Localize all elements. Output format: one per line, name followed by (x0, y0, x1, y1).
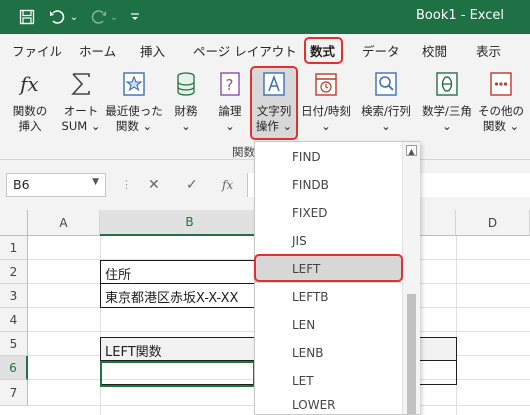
financial-label-1: 財務 (174, 104, 198, 118)
row-header-6[interactable]: 6 (0, 356, 28, 380)
menu-item-len[interactable]: LEN (255, 311, 401, 339)
row-header-7[interactable]: 7 (0, 380, 28, 406)
menu-item-leftb[interactable]: LEFTB (255, 283, 401, 311)
cancel-icon[interactable]: ✕ (148, 177, 160, 193)
row-header-3[interactable]: 3 (0, 284, 28, 308)
text-functions-label-2: 操作 ⌄ (255, 119, 293, 133)
date-time-button[interactable]: 日付/時刻 ⌄ (298, 70, 354, 134)
more-functions-button[interactable]: その他の 関数 ⌄ (478, 70, 524, 134)
menu-item-jis[interactable]: JIS (255, 227, 401, 255)
menu-item-findb[interactable]: FINDB (255, 171, 401, 199)
scroll-thumb[interactable] (407, 294, 416, 414)
insert-function-label-2: 挿入 (18, 119, 42, 133)
theta-icon (434, 70, 460, 98)
insert-function-button[interactable]: fx 関数の 挿入 (8, 70, 52, 134)
tab-insert[interactable]: 挿入 (140, 41, 165, 60)
customize-quick-access-icon[interactable] (128, 7, 142, 27)
magnifier-icon (373, 70, 399, 98)
formula-bar-separator[interactable]: ⋮ (121, 178, 132, 191)
text-functions-button[interactable]: 文字列 操作 ⌄ (252, 70, 296, 134)
svg-text:fx: fx (18, 72, 39, 96)
formulas-tab-highlight (304, 37, 343, 64)
menu-item-lower[interactable]: LOWER (255, 395, 401, 415)
active-cell-cursor (100, 361, 255, 387)
more-functions-icon (488, 70, 514, 98)
row-header-5[interactable]: 5 (0, 332, 28, 356)
column-header-a[interactable]: A (28, 210, 100, 236)
redo-dropdown-icon[interactable]: ⌄ (108, 7, 120, 27)
autosum-label-1: オート (63, 104, 99, 118)
redo-icon[interactable] (88, 7, 108, 27)
logical-button[interactable]: ? 論理 ⌄ (212, 70, 248, 134)
title-bar: ⌄ ⌄ Book1 - Excel (0, 0, 530, 34)
cell-b2[interactable]: 住所 (100, 260, 260, 284)
insert-function-fx-icon[interactable]: fx (222, 178, 233, 192)
star-icon (121, 70, 147, 98)
name-box-dropdown-icon[interactable]: ▼ (92, 177, 99, 187)
clock-icon (313, 70, 339, 98)
lookup-reference-label-2: ⌄ (381, 119, 391, 133)
more-functions-label-2: 関数 ⌄ (482, 119, 520, 133)
cell-b3[interactable]: 東京都港区赤坂X-X-XX (100, 284, 260, 308)
undo-icon[interactable] (48, 7, 68, 27)
fx-icon: fx (17, 70, 43, 98)
financial-label-2: ⌄ (181, 119, 191, 133)
function-library-group-label: 関数 (232, 145, 255, 159)
menu-scrollbar[interactable]: ▲ (402, 142, 420, 414)
scroll-up-icon[interactable]: ▲ (406, 145, 417, 156)
window-title: Book1 - Excel (416, 8, 505, 23)
recently-used-label-1: 最近使った (105, 104, 163, 118)
financial-button[interactable]: 財務 ⌄ (168, 70, 204, 134)
more-functions-label-1: その他の (478, 104, 524, 118)
sigma-icon (68, 70, 94, 98)
gridline (456, 236, 457, 415)
left-item-highlight (254, 254, 403, 282)
tab-home[interactable]: ホーム (79, 41, 116, 60)
autosum-button[interactable]: オート SUM ⌄ (58, 70, 104, 134)
column-header-b[interactable]: B (100, 210, 280, 236)
save-icon[interactable] (16, 7, 38, 27)
enter-icon[interactable]: ✓ (186, 177, 198, 193)
logical-label-1: 論理 (218, 104, 242, 118)
tab-review[interactable]: 校閲 (422, 41, 447, 60)
tab-view[interactable]: 表示 (476, 41, 501, 60)
select-all-corner[interactable] (0, 210, 28, 236)
svg-text:?: ? (226, 76, 234, 94)
menu-item-lenb[interactable]: LENB (255, 339, 401, 367)
row-header-1[interactable]: 1 (0, 236, 28, 260)
math-trig-label-1: 数学/三角 (422, 104, 472, 118)
undo-dropdown-icon[interactable]: ⌄ (68, 7, 80, 27)
column-header-d[interactable]: D (456, 210, 530, 236)
name-box[interactable]: B6 ▼ (6, 173, 106, 197)
recently-used-label-2: 関数 ⌄ (115, 119, 153, 133)
lookup-reference-button[interactable]: 検索/行列 ⌄ (356, 70, 416, 134)
tab-data[interactable]: データ (362, 41, 400, 60)
question-icon: ? (217, 70, 243, 98)
date-time-label-1: 日付/時刻 (301, 104, 351, 118)
menu-item-let[interactable]: LET (255, 367, 401, 395)
row-header-2[interactable]: 2 (0, 260, 28, 284)
tab-page-layout[interactable]: ページ レイアウト (193, 41, 297, 60)
name-box-value: B6 (13, 177, 30, 192)
date-time-label-2: ⌄ (321, 119, 331, 133)
menu-item-fixed[interactable]: FIXED (255, 199, 401, 227)
text-a-icon (261, 70, 287, 98)
insert-function-label-1: 関数の (12, 104, 48, 118)
lookup-reference-label-1: 検索/行列 (361, 104, 411, 118)
autosum-label-2: SUM ⌄ (61, 119, 101, 133)
logical-label-2: ⌄ (225, 119, 235, 133)
menu-item-find[interactable]: FIND (255, 143, 401, 171)
recently-used-button[interactable]: 最近使った 関数 ⌄ (104, 70, 164, 134)
math-trig-label-2: ⌄ (442, 119, 452, 133)
math-trig-button[interactable]: 数学/三角 ⌄ (417, 70, 477, 134)
tab-file[interactable]: ファイル (12, 41, 62, 60)
row-header-4[interactable]: 4 (0, 308, 28, 332)
ribbon-tab-bar: ファイル ホーム 挿入 ページ レイアウト 数式 データ 校閲 表示 (0, 34, 530, 64)
database-icon (173, 70, 199, 98)
text-functions-label-1: 文字列 (256, 104, 292, 118)
